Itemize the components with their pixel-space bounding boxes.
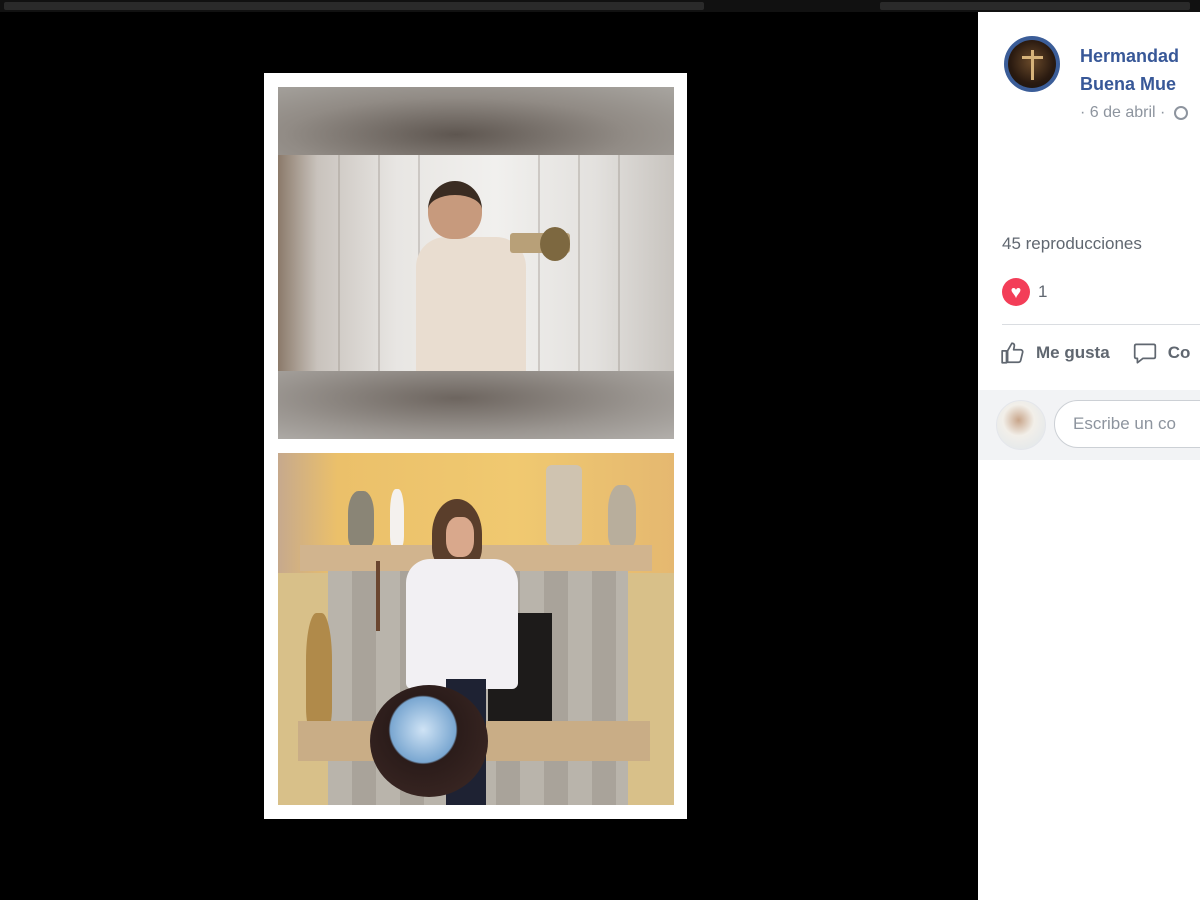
page-avatar-image <box>1008 40 1056 88</box>
comment-composer: Escribe un co <box>978 390 1200 460</box>
comment-button[interactable]: Co <box>1132 340 1191 366</box>
girl-face <box>446 517 474 557</box>
trumpet-scene <box>278 155 674 371</box>
girl-shirt <box>406 559 518 689</box>
comment-input[interactable]: Escribe un co <box>1054 400 1200 448</box>
page-avatar[interactable] <box>1004 36 1060 92</box>
page-name-line2[interactable]: Buena Mue <box>1080 70 1200 98</box>
globe-icon <box>1173 106 1188 120</box>
post-meta: · 6 de abril · <box>1080 104 1188 122</box>
comment-bubble-icon <box>1133 343 1156 364</box>
vase <box>546 465 582 545</box>
post-side-panel: Hermandad Buena Mue · 6 de abril · 45 re… <box>978 12 1200 900</box>
post-actions: Me gusta Co <box>1000 340 1200 366</box>
drummer-girl <box>406 499 518 805</box>
view-count: 45 reproducciones <box>1002 234 1142 253</box>
top-strip-tab <box>880 2 1190 10</box>
divider <box>1002 324 1200 325</box>
blurred-bottom-band <box>278 371 674 439</box>
post-date[interactable]: · 6 de abril · <box>1080 104 1165 121</box>
like-label: Me gusta <box>1036 343 1110 362</box>
browser-top-strip <box>0 0 1200 12</box>
top-strip-tab <box>4 2 704 10</box>
trumpet-bell <box>540 227 570 261</box>
thumbs-up-icon <box>1001 342 1024 364</box>
video-frame[interactable] <box>264 73 687 819</box>
reaction-summary[interactable]: 1 <box>1002 278 1047 306</box>
curtain-fold <box>618 155 620 371</box>
user-avatar[interactable] <box>996 400 1046 450</box>
video-viewer[interactable] <box>0 12 978 900</box>
video-clip-drummer <box>278 453 674 805</box>
drum <box>370 685 488 797</box>
video-clip-trumpet-player <box>278 87 674 439</box>
like-button[interactable]: Me gusta <box>1000 340 1110 366</box>
reaction-count: 1 <box>1038 282 1048 301</box>
blurred-top-band <box>278 87 674 155</box>
comment-label: Co <box>1167 343 1191 362</box>
curtain-fold <box>378 155 380 371</box>
boy-head <box>428 181 482 239</box>
brass-vase <box>306 613 332 731</box>
cross-icon-bar <box>1022 56 1043 59</box>
curtain-fold <box>578 155 580 371</box>
page-name-line1[interactable]: Hermandad <box>1080 42 1200 70</box>
drumstick <box>376 561 380 631</box>
love-icon <box>1002 278 1030 306</box>
cross-icon <box>1031 50 1034 80</box>
vase <box>348 491 374 547</box>
curtain-fold <box>538 155 540 371</box>
boy-body <box>416 237 526 371</box>
vase <box>608 485 636 547</box>
vase <box>390 489 404 547</box>
page-name-link[interactable]: Hermandad Buena Mue <box>1080 42 1200 98</box>
curtain-fold <box>338 155 340 371</box>
